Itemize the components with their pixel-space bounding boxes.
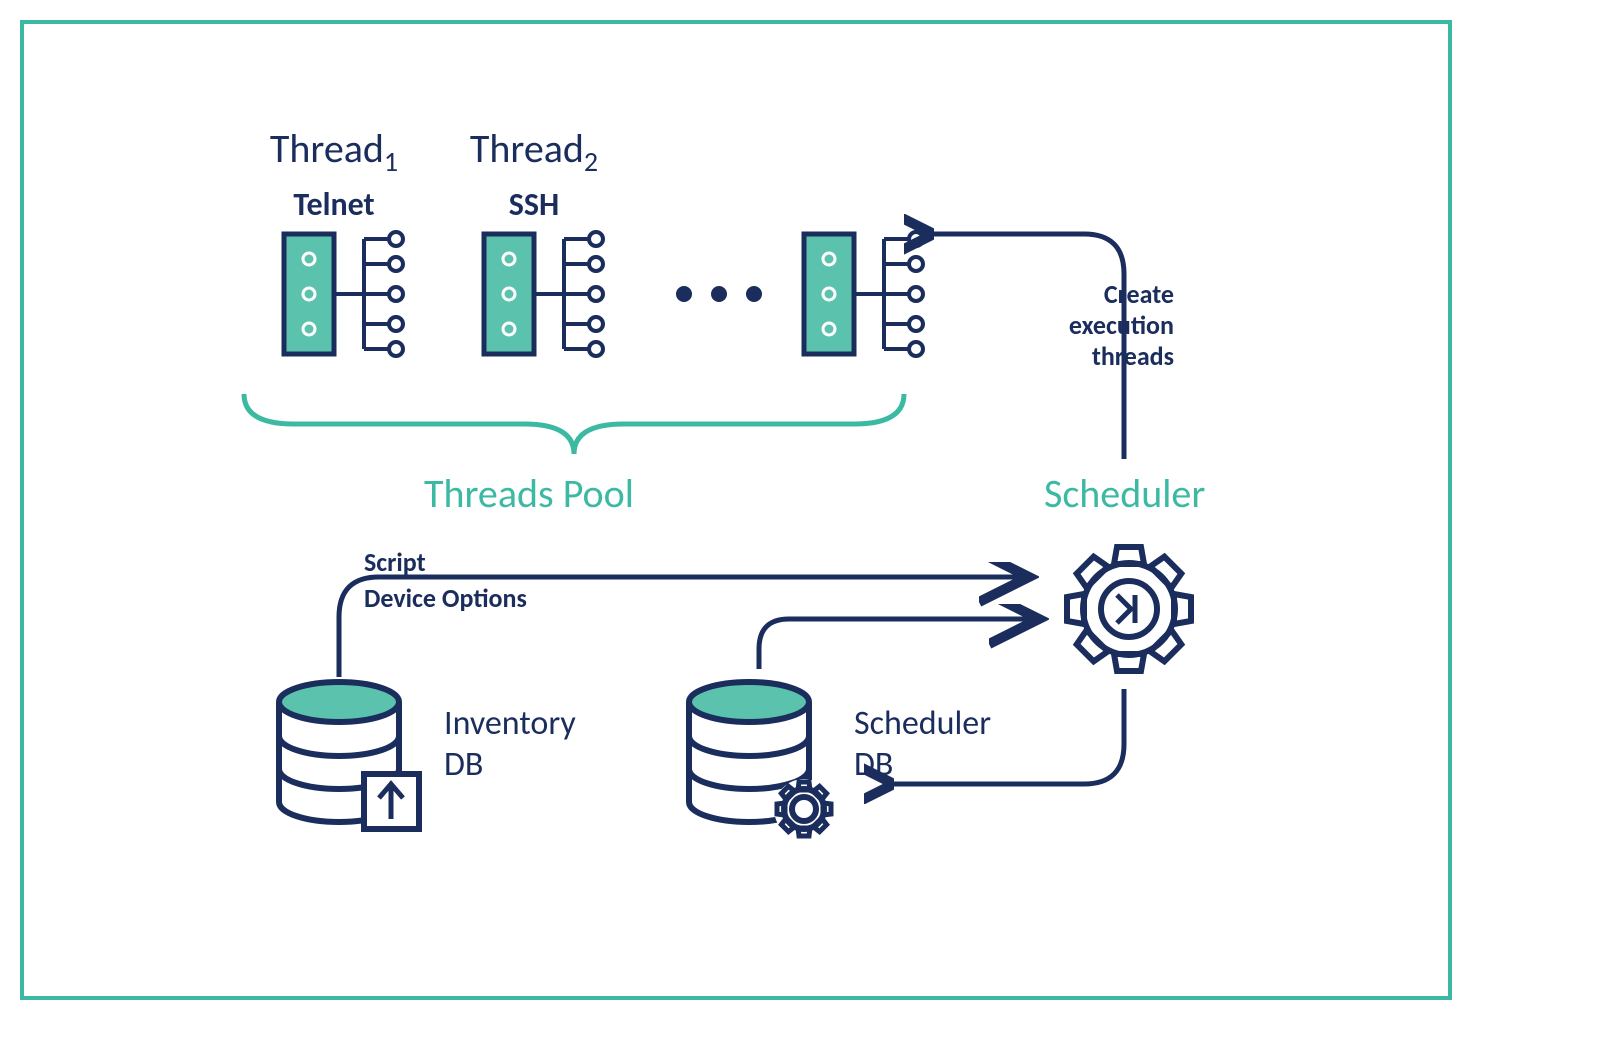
scheduler-gear-icon xyxy=(1054,534,1204,684)
create-exec-threads-label: Create execution threads xyxy=(1004,279,1174,373)
inventory-db-label: Inventory DB xyxy=(444,704,576,786)
thread1-heading: Thread1 Telnet xyxy=(244,124,424,224)
threads-pool-label: Threads Pool xyxy=(424,469,634,518)
inventory-db-icon xyxy=(264,674,434,844)
thread1-sub: 1 xyxy=(384,144,398,179)
scheduler-db-label: Scheduler DB xyxy=(854,704,991,786)
thread2-sub: 2 xyxy=(584,144,598,179)
arrow-schedulerdb-to-scheduler xyxy=(744,604,1054,684)
device-options-label: Device Options xyxy=(364,582,527,614)
diagram-frame: Thread1 Telnet Thread2 SSH xyxy=(20,20,1452,1000)
thread1-protocol: Telnet xyxy=(244,185,424,224)
script-label: Script xyxy=(364,546,426,578)
thread1-name: Thread xyxy=(270,124,384,173)
thread2-heading: Thread2 SSH xyxy=(444,124,624,224)
thread2-name: Thread xyxy=(470,124,584,173)
scheduler-db-icon xyxy=(674,674,844,849)
thread2-protocol: SSH xyxy=(444,185,624,224)
scheduler-heading: Scheduler xyxy=(1044,469,1205,518)
